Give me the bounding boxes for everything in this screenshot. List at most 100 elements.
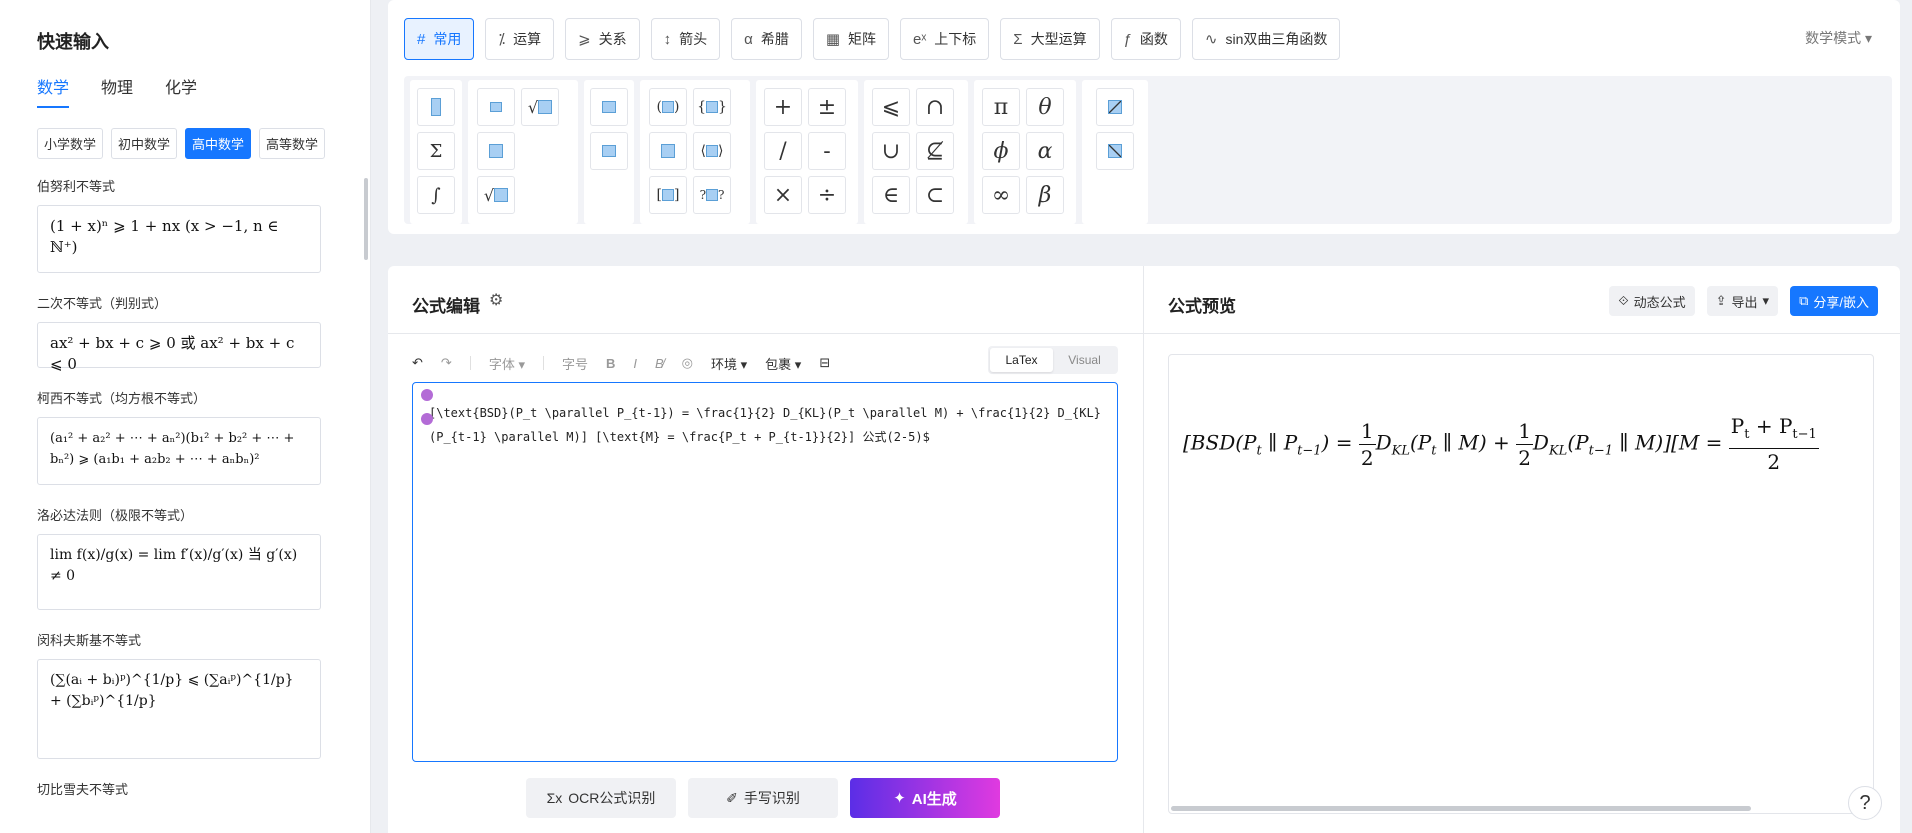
tab-physics[interactable]: 物理 bbox=[101, 74, 133, 108]
minus-button[interactable]: - bbox=[808, 132, 846, 170]
italic-icon[interactable]: I bbox=[633, 356, 637, 371]
font-size-dropdown[interactable]: 字号 bbox=[562, 354, 588, 373]
tab-chemistry[interactable]: 化学 bbox=[165, 74, 197, 108]
fraction: Pt + Pt−1 2 bbox=[1728, 414, 1819, 474]
level-tabs: 小学数学 初中数学 高中数学 高等数学 bbox=[37, 128, 326, 159]
tab-function[interactable]: ƒ 函数 bbox=[1110, 18, 1181, 60]
fraction-template-button[interactable] bbox=[477, 88, 515, 126]
subset-button[interactable]: ⊂ bbox=[916, 176, 954, 214]
square-bracket-template-button[interactable]: [] bbox=[649, 176, 687, 214]
geq-icon: ⩾ bbox=[578, 31, 591, 48]
formula-label: 二次不等式（判别式） bbox=[37, 296, 168, 311]
pi-button[interactable]: π bbox=[982, 88, 1020, 126]
tab-arrow[interactable]: ↕ 箭头 bbox=[650, 18, 721, 60]
formula-card[interactable]: (a₁² + a₂² + ⋯ + aₙ²)(b₁² + b₂² + ⋯ + bₙ… bbox=[37, 417, 321, 485]
dynamic-formula-button[interactable]: ⟐ 动态公式 bbox=[1609, 286, 1695, 316]
phi-button[interactable]: ϕ bbox=[982, 132, 1020, 170]
quick-input-panel: 快速输入 数学 物理 化学 小学数学 初中数学 高中数学 高等数学 伯努利不等式… bbox=[0, 0, 371, 833]
formula-item: 洛必达法则（极限不等式） lim f(x)/g(x) = lim f′(x)/g… bbox=[37, 505, 321, 610]
tab-relation[interactable]: ⩾ 关系 bbox=[565, 18, 640, 60]
slash-fraction-template-button[interactable] bbox=[477, 132, 515, 170]
tab-greek[interactable]: α 希腊 bbox=[731, 18, 802, 60]
plus-minus-button[interactable]: ± bbox=[808, 88, 846, 126]
plus-button[interactable]: + bbox=[764, 88, 802, 126]
tab-script[interactable]: eˣ 上下标 bbox=[900, 18, 990, 60]
cancel-template-button[interactable] bbox=[1096, 88, 1134, 126]
editor-actions: Σx OCR公式识别 ✐ 手写识别 ✦ AI生成 bbox=[526, 778, 1000, 818]
pen-icon: ✐ bbox=[726, 789, 738, 806]
subscript-template-button[interactable] bbox=[590, 132, 628, 170]
sigma-icon: Σ bbox=[1013, 30, 1023, 48]
latex-input[interactable]: [\text{BSD}(P_t \parallel P_{t-1}) = \fr… bbox=[412, 382, 1118, 762]
bracket-template-button[interactable] bbox=[417, 88, 455, 126]
formula-list-scrollbar[interactable] bbox=[364, 178, 368, 260]
abs-template-button[interactable] bbox=[649, 132, 687, 170]
redo-icon[interactable]: ↷ bbox=[441, 355, 452, 371]
editor-mode-toggle: LaTex Visual bbox=[988, 346, 1118, 374]
not-subseteq-button[interactable]: ⊈ bbox=[916, 132, 954, 170]
selection-handle-bottom[interactable] bbox=[421, 413, 433, 425]
cup-button[interactable]: ∪ bbox=[872, 132, 910, 170]
brace-template-button[interactable]: {} bbox=[693, 88, 731, 126]
percent-icon: ⁒ bbox=[498, 31, 506, 48]
divide-button[interactable]: ÷ bbox=[808, 176, 846, 214]
question-template-button[interactable]: ?? bbox=[693, 176, 731, 214]
formula-card[interactable]: ax² + bx + c ⩾ 0 或 ax² + bx + c ⩽ 0 bbox=[37, 322, 321, 373]
sum-template-button[interactable]: Σ bbox=[417, 132, 455, 170]
font-dropdown[interactable]: 字体 ▾ bbox=[489, 354, 525, 373]
preview-horizontal-scrollbar[interactable] bbox=[1171, 806, 1751, 811]
level-advanced[interactable]: 高等数学 bbox=[259, 128, 326, 159]
environment-dropdown[interactable]: 环境 ▾ bbox=[711, 354, 747, 373]
operator-group: + ± / - × ÷ bbox=[756, 80, 858, 224]
wrap-dropdown[interactable]: 包裹 ▾ bbox=[765, 354, 801, 373]
rendered-formula: [BSD(Pt ∥ Pt−1) = 1 2 DKL(Pt ∥ M) + 1 2 DKL(… bbox=[1183, 414, 1819, 474]
bcancel-template-button[interactable] bbox=[1096, 132, 1134, 170]
export-dropdown[interactable]: ⇪ 导出 ▾ bbox=[1706, 286, 1779, 316]
angle-template-button[interactable]: ⟨ ⟩ bbox=[693, 132, 731, 170]
tab-trig[interactable]: ∿ sin双曲三角函数 bbox=[1191, 18, 1341, 60]
paren-template-button[interactable]: () bbox=[649, 88, 687, 126]
tab-math[interactable]: 数学 bbox=[37, 74, 70, 108]
tab-large-op[interactable]: Σ 大型运算 bbox=[1000, 18, 1100, 60]
level-junior[interactable]: 初中数学 bbox=[111, 128, 178, 159]
formula-card[interactable]: (∑(aᵢ + bᵢ)ᵖ)^{1/p} ⩽ (∑aᵢᵖ)^{1/p} + (∑b… bbox=[37, 659, 321, 759]
beta-button[interactable]: β bbox=[1026, 176, 1064, 214]
gear-icon[interactable]: ⚙ bbox=[489, 290, 503, 310]
superscript-template-button[interactable] bbox=[590, 88, 628, 126]
sqrt-template-button[interactable]: √ bbox=[477, 176, 515, 214]
tab-operation[interactable]: ⁒ 运算 bbox=[485, 18, 555, 60]
ocr-button[interactable]: Σx OCR公式识别 bbox=[526, 778, 676, 818]
undo-icon[interactable]: ↶ bbox=[412, 355, 423, 371]
alpha-button[interactable]: α bbox=[1026, 132, 1064, 170]
slash-button[interactable]: / bbox=[764, 132, 802, 170]
leq-button[interactable]: ⩽ bbox=[872, 88, 910, 126]
tab-matrix[interactable]: ▦ 矩阵 bbox=[812, 18, 890, 60]
mode-visual[interactable]: Visual bbox=[1053, 348, 1116, 372]
wave-icon: ∿ bbox=[1204, 31, 1218, 48]
sqrt-n-template-button[interactable]: √ bbox=[521, 88, 559, 126]
superscript-icon: eˣ bbox=[913, 30, 927, 48]
infinity-button[interactable]: ∞ bbox=[982, 176, 1020, 214]
share-embed-button[interactable]: ⧉ 分享/嵌入 bbox=[1790, 286, 1878, 316]
formula-card[interactable]: (1 + x)ⁿ ⩾ 1 + nx (x > −1, n ∈ ℕ⁺) bbox=[37, 205, 321, 273]
bold-icon[interactable]: B bbox=[606, 356, 615, 371]
integral-template-button[interactable]: ∫ bbox=[417, 176, 455, 214]
handwriting-button[interactable]: ✐ 手写识别 bbox=[688, 778, 838, 818]
strike-icon[interactable]: B̸ bbox=[655, 356, 664, 371]
level-senior[interactable]: 高中数学 bbox=[185, 128, 252, 159]
ai-generate-button[interactable]: ✦ AI生成 bbox=[850, 778, 1000, 818]
tab-common[interactable]: # 常用 bbox=[404, 18, 475, 60]
formula-card[interactable]: lim f(x)/g(x) = lim f′(x)/g′(x) 当 g′(x) … bbox=[37, 534, 321, 610]
in-button[interactable]: ∈ bbox=[872, 176, 910, 214]
times-button[interactable]: × bbox=[764, 176, 802, 214]
mode-latex[interactable]: LaTex bbox=[990, 348, 1053, 372]
help-button[interactable]: ? bbox=[1848, 786, 1882, 820]
theta-button[interactable]: θ bbox=[1026, 88, 1064, 126]
level-primary[interactable]: 小学数学 bbox=[37, 128, 104, 159]
clear-icon[interactable]: ⊟ bbox=[819, 355, 830, 371]
math-mode-dropdown[interactable]: 数学模式 ▾ bbox=[1805, 28, 1872, 48]
grid-icon: ▦ bbox=[825, 31, 841, 48]
cap-button[interactable]: ∩ bbox=[916, 88, 954, 126]
selection-handle-top[interactable] bbox=[421, 389, 433, 401]
palette-icon[interactable]: ◎ bbox=[682, 355, 693, 371]
